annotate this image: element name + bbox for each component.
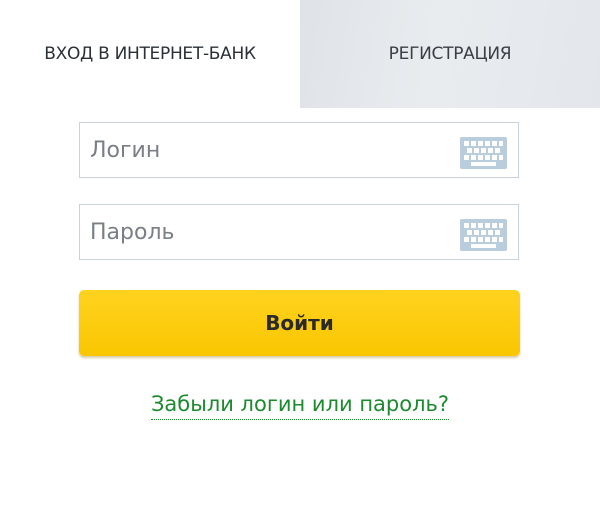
forgot-credentials: Забыли логин или пароль? bbox=[0, 392, 600, 420]
virtual-keyboard-icon[interactable] bbox=[460, 219, 507, 251]
auth-tabs: ВХОД В ИНТЕРНЕТ-БАНК РЕГИСТРАЦИЯ bbox=[0, 0, 600, 108]
tab-label: РЕГИСТРАЦИЯ bbox=[388, 44, 512, 64]
login-input[interactable] bbox=[80, 123, 450, 177]
login-field bbox=[79, 122, 519, 178]
tab-registration[interactable]: РЕГИСТРАЦИЯ bbox=[300, 0, 600, 108]
tab-label: ВХОД В ИНТЕРНЕТ-БАНК bbox=[44, 44, 256, 64]
password-input[interactable] bbox=[80, 205, 450, 259]
forgot-login-password-link[interactable]: Забыли логин или пароль? bbox=[150, 392, 450, 420]
password-field bbox=[79, 204, 519, 260]
login-page: ВХОД В ИНТЕРНЕТ-БАНК РЕГИСТРАЦИЯ Логин В… bbox=[0, 0, 600, 515]
virtual-keyboard-icon[interactable] bbox=[460, 137, 507, 169]
login-button[interactable]: Войти bbox=[79, 290, 520, 356]
tab-internet-bank-login[interactable]: ВХОД В ИНТЕРНЕТ-БАНК bbox=[0, 0, 300, 108]
